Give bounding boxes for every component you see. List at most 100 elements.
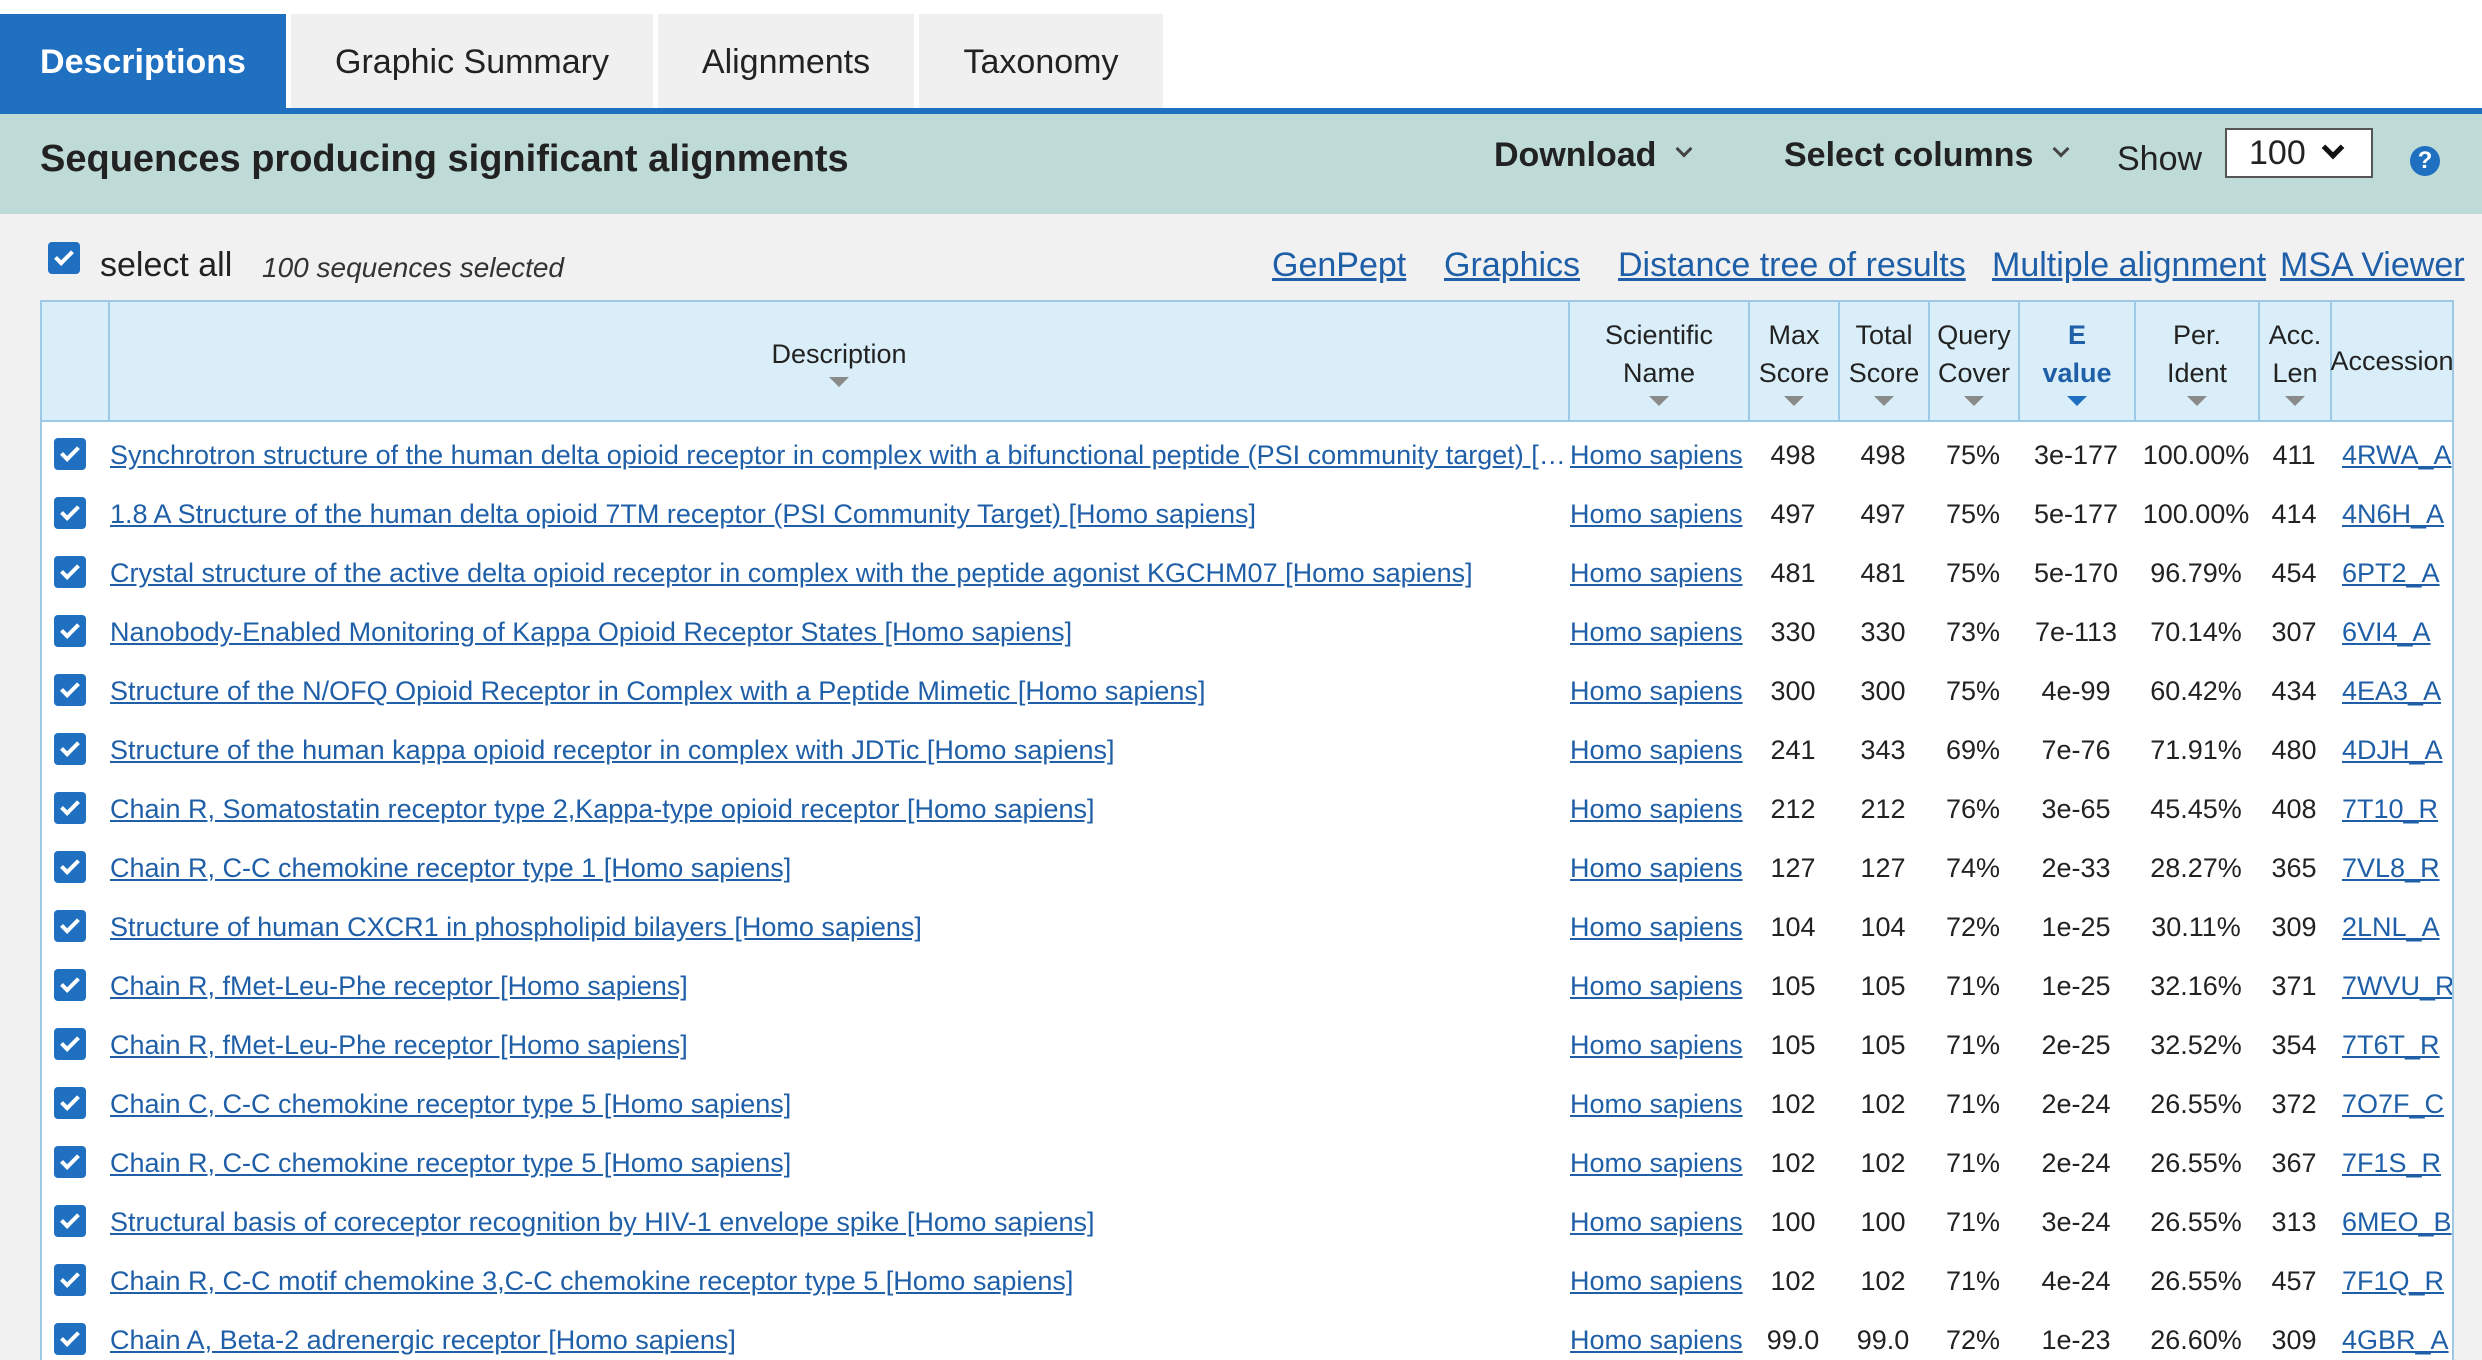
scientific-name-link[interactable]: Homo sapiens xyxy=(1570,912,1746,943)
graphics-link[interactable]: Graphics xyxy=(1444,246,1580,285)
tab-taxonomy[interactable]: Taxonomy xyxy=(919,14,1163,110)
scientific-name-link[interactable]: Homo sapiens xyxy=(1570,1089,1746,1120)
description-link[interactable]: Chain R, C-C chemokine receptor type 5 [… xyxy=(110,1148,1568,1179)
accession-link[interactable]: 4GBR_A xyxy=(2342,1325,2452,1356)
row-checkbox[interactable] xyxy=(54,438,86,470)
col-header-scientific-name[interactable]: Scientific Name xyxy=(1568,302,1748,420)
row-checkbox[interactable] xyxy=(54,556,86,588)
accession-link[interactable]: 7F1Q_R xyxy=(2342,1266,2452,1297)
scientific-name-link[interactable]: Homo sapiens xyxy=(1570,499,1746,530)
col-header-label: Description xyxy=(771,339,907,369)
row-checkbox[interactable] xyxy=(54,1087,86,1119)
row-checkbox[interactable] xyxy=(54,1323,86,1355)
description-link[interactable]: Chain R, C-C chemokine receptor type 1 [… xyxy=(110,853,1568,884)
accession-link[interactable]: 7F1S_R xyxy=(2342,1148,2452,1179)
sort-arrow-icon xyxy=(1874,396,1894,406)
description-link[interactable]: Chain R, fMet-Leu-Phe receptor [Homo sap… xyxy=(110,1030,1568,1061)
per-ident: 100.00% xyxy=(2142,499,2250,529)
accession-link[interactable]: 6MEO_B xyxy=(2342,1207,2452,1238)
row-checkbox[interactable] xyxy=(54,792,86,824)
scientific-name-link[interactable]: Homo sapiens xyxy=(1570,971,1746,1002)
row-checkbox[interactable] xyxy=(54,969,86,1001)
scientific-name-link[interactable]: Homo sapiens xyxy=(1570,1148,1746,1179)
show-count-select[interactable]: 100 xyxy=(2225,128,2373,178)
description-link[interactable]: Chain R, C-C motif chemokine 3,C-C chemo… xyxy=(110,1266,1568,1297)
description-link[interactable]: Structural basis of coreceptor recogniti… xyxy=(110,1207,1568,1238)
tab-graphic-summary[interactable]: Graphic Summary xyxy=(291,14,653,110)
check-icon xyxy=(60,1326,80,1347)
scientific-name-link[interactable]: Homo sapiens xyxy=(1570,617,1746,648)
row-checkbox[interactable] xyxy=(54,1205,86,1237)
row-checkbox[interactable] xyxy=(54,910,86,942)
col-header-query-cover[interactable]: Query Cover xyxy=(1928,302,2018,420)
accession-link[interactable]: 7T6T_R xyxy=(2342,1030,2452,1061)
tab-descriptions[interactable]: Descriptions xyxy=(0,14,286,110)
col-header-accession[interactable]: Accession xyxy=(2330,302,2452,420)
genpept-link[interactable]: GenPept xyxy=(1272,246,1406,285)
description-link[interactable]: Chain A, Beta-2 adrenergic receptor [Hom… xyxy=(110,1325,1568,1356)
table-row: 1.8 A Structure of the human delta opioi… xyxy=(42,485,2452,544)
scientific-name-link[interactable]: Homo sapiens xyxy=(1570,1030,1746,1061)
col-header-per-ident[interactable]: Per. Ident xyxy=(2134,302,2258,420)
tab-alignments[interactable]: Alignments xyxy=(658,14,914,110)
description-link[interactable]: Crystal structure of the active delta op… xyxy=(110,558,1568,589)
row-checkbox[interactable] xyxy=(54,1146,86,1178)
total-score: 330 xyxy=(1860,617,1906,647)
total-score: 102 xyxy=(1860,1148,1906,1178)
col-header-description[interactable]: Description xyxy=(108,302,1568,420)
scientific-name-link[interactable]: Homo sapiens xyxy=(1570,794,1746,825)
description-link[interactable]: Nanobody-Enabled Monitoring of Kappa Opi… xyxy=(110,617,1568,648)
row-checkbox[interactable] xyxy=(54,1264,86,1296)
accession-link[interactable]: 6VI4_A xyxy=(2342,617,2452,648)
col-header-max-score[interactable]: Max Score xyxy=(1748,302,1838,420)
scientific-name-link[interactable]: Homo sapiens xyxy=(1570,676,1746,707)
total-score: 105 xyxy=(1860,971,1906,1001)
description-link[interactable]: Chain C, C-C chemokine receptor type 5 [… xyxy=(110,1089,1568,1120)
scientific-name-link[interactable]: Homo sapiens xyxy=(1570,1266,1746,1297)
col-header-acc-len[interactable]: Acc. Len xyxy=(2258,302,2330,420)
description-link[interactable]: Structure of the human kappa opioid rece… xyxy=(110,735,1568,766)
scientific-name-link[interactable]: Homo sapiens xyxy=(1570,440,1746,471)
accession-link[interactable]: 7O7F_C xyxy=(2342,1089,2452,1120)
help-icon[interactable]: ? xyxy=(2410,146,2440,176)
accession-link[interactable]: 7WVU_R xyxy=(2342,971,2452,1002)
row-checkbox[interactable] xyxy=(54,1028,86,1060)
row-checkbox[interactable] xyxy=(54,733,86,765)
scientific-name-link[interactable]: Homo sapiens xyxy=(1570,1207,1746,1238)
row-checkbox[interactable] xyxy=(54,497,86,529)
col-header-label: Score xyxy=(1758,358,1830,388)
accession-link[interactable]: 2LNL_A xyxy=(2342,912,2452,943)
description-link[interactable]: Chain R, fMet-Leu-Phe receptor [Homo sap… xyxy=(110,971,1568,1002)
col-header-total-score[interactable]: Total Score xyxy=(1838,302,1928,420)
download-button[interactable]: Download xyxy=(1494,136,1693,175)
scientific-name-link[interactable]: Homo sapiens xyxy=(1570,558,1746,589)
description-link[interactable]: Synchrotron structure of the human delta… xyxy=(110,440,1568,471)
description-link[interactable]: Structure of human CXCR1 in phospholipid… xyxy=(110,912,1568,943)
scientific-name-link[interactable]: Homo sapiens xyxy=(1570,735,1746,766)
accession-link[interactable]: 7T10_R xyxy=(2342,794,2452,825)
row-checkbox[interactable] xyxy=(54,674,86,706)
accession-link[interactable]: 7VL8_R xyxy=(2342,853,2452,884)
check-icon xyxy=(54,245,74,266)
description-link[interactable]: Structure of the N/OFQ Opioid Receptor i… xyxy=(110,676,1568,707)
col-header-label: value xyxy=(2042,358,2112,388)
description-link[interactable]: 1.8 A Structure of the human delta opioi… xyxy=(110,499,1568,530)
accession-link[interactable]: 4EA3_A xyxy=(2342,676,2452,707)
multiple-alignment-link[interactable]: Multiple alignment xyxy=(1992,246,2266,285)
query-cover: 76% xyxy=(1945,794,2001,824)
scientific-name-link[interactable]: Homo sapiens xyxy=(1570,853,1746,884)
msa-viewer-link[interactable]: MSA Viewer xyxy=(2280,246,2465,285)
select-all-checkbox[interactable] xyxy=(48,242,80,274)
accession-link[interactable]: 4N6H_A xyxy=(2342,499,2452,530)
accession-link[interactable]: 4RWA_A xyxy=(2342,440,2452,471)
row-checkbox[interactable] xyxy=(54,615,86,647)
accession-link[interactable]: 6PT2_A xyxy=(2342,558,2452,589)
accession-link[interactable]: 4DJH_A xyxy=(2342,735,2452,766)
scientific-name-link[interactable]: Homo sapiens xyxy=(1570,1325,1746,1356)
select-columns-button[interactable]: Select columns xyxy=(1784,136,2070,175)
col-header-e-value[interactable]: E value xyxy=(2018,302,2134,420)
distance-tree-link[interactable]: Distance tree of results xyxy=(1618,246,1966,285)
description-link[interactable]: Chain R, Somatostatin receptor type 2,Ka… xyxy=(110,794,1568,825)
row-checkbox[interactable] xyxy=(54,851,86,883)
max-score: 102 xyxy=(1770,1089,1816,1119)
